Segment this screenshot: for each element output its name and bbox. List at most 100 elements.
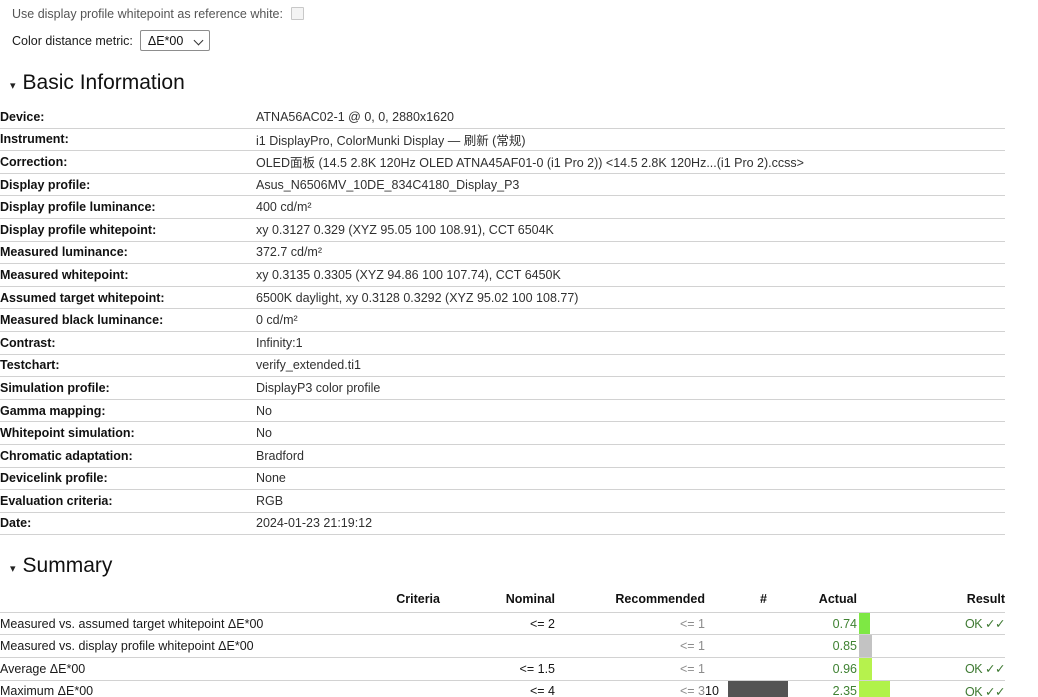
info-value: DisplayP3 color profile [256,377,1005,400]
column-header-number: # [705,588,767,612]
table-row: Simulation profile:DisplayP3 color profi… [0,377,1005,400]
color-distance-metric-select[interactable]: ΔE*00 [140,30,210,51]
column-header-result: Result [899,588,1005,612]
info-key: Gamma mapping: [0,399,256,422]
info-key: Device: [0,106,256,128]
info-value: No [256,399,1005,422]
delta-e-bar [859,681,890,697]
table-row: Measured luminance:372.7 cd/m² [0,241,1005,264]
delta-e-bar [859,658,872,680]
info-key: Simulation profile: [0,377,256,400]
info-key: Display profile: [0,173,256,196]
info-key: Contrast: [0,331,256,354]
info-value: 6500K daylight, xy 0.3128 0.3292 (XYZ 95… [256,286,1005,309]
info-key: Assumed target whitepoint: [0,286,256,309]
info-key: Date: [0,512,256,535]
delta-e-bar-cell [857,680,899,697]
info-key: Devicelink profile: [0,467,256,490]
number-cell [705,658,767,681]
column-header-bar [857,588,899,612]
recommended-cell: <= 1 [555,612,705,635]
number-value: 10 [705,684,719,697]
info-value: verify_extended.ti1 [256,354,1005,377]
color-distance-metric-option: Color distance metric: ΔE*00 [0,27,1038,54]
nominal-cell: <= 2 [440,612,555,635]
nominal-cell: <= 1.5 [440,658,555,681]
nominal-cell: <= 4 [440,680,555,697]
table-row: Average ΔE*00<= 1.5<= 10.96OK ✓✓ [0,658,1005,681]
color-distance-metric-label: Color distance metric: [12,34,133,48]
color-distance-metric-value: ΔE*00 [148,34,183,48]
info-value: 400 cd/m² [256,196,1005,219]
info-value: RGB [256,490,1005,513]
table-row: Device:ATNA56AC02-1 @ 0, 0, 2880x1620 [0,106,1005,128]
table-row: Correction:OLED面板 (14.5 2.8K 120Hz OLED … [0,151,1005,174]
info-key: Measured black luminance: [0,309,256,332]
result-cell: OK ✓✓ [899,680,1005,697]
criteria-cell: Maximum ΔE*00 [0,680,440,697]
info-key: Display profile luminance: [0,196,256,219]
summary-heading[interactable]: ▾ Summary [0,554,1038,578]
column-header-actual: Actual [767,588,857,612]
table-row: Whitepoint simulation:No [0,422,1005,445]
column-header-criteria: Criteria [0,588,440,612]
info-key: Display profile whitepoint: [0,218,256,241]
table-row: Contrast:Infinity:1 [0,331,1005,354]
table-row: Display profile luminance:400 cd/m² [0,196,1005,219]
criteria-cell: Average ΔE*00 [0,658,440,681]
info-value: 2024-01-23 21:19:12 [256,512,1005,535]
delta-e-bar [859,613,870,635]
column-header-nominal: Nominal [440,588,555,612]
criteria-cell: Measured vs. assumed target whitepoint Δ… [0,612,440,635]
table-row: Display profile whitepoint:xy 0.3127 0.3… [0,218,1005,241]
result-cell: OK ✓✓ [899,658,1005,681]
info-value: 372.7 cd/m² [256,241,1005,264]
table-row: Measured vs. assumed target whitepoint Δ… [0,612,1005,635]
collapse-triangle-icon: ▾ [10,564,16,575]
summary-title: Summary [23,554,113,578]
result-cell [899,635,1005,658]
basic-information-heading[interactable]: ▾ Basic Information [0,71,1038,95]
basic-information-title: Basic Information [23,71,185,95]
actual-cell: 0.74 [767,612,857,635]
info-key: Instrument: [0,128,256,151]
info-value: ATNA56AC02-1 @ 0, 0, 2880x1620 [256,106,1005,128]
info-value: xy 0.3135 0.3305 (XYZ 94.86 100 107.74),… [256,264,1005,287]
info-key: Correction: [0,151,256,174]
table-row: Gamma mapping:No [0,399,1005,422]
info-key: Measured luminance: [0,241,256,264]
chevron-down-icon [195,36,204,45]
info-value: Asus_N6506MV_10DE_834C4180_Display_P3 [256,173,1005,196]
number-cell: 10 [705,680,767,697]
table-row: Chromatic adaptation:Bradford [0,444,1005,467]
basic-information-table: Device:ATNA56AC02-1 @ 0, 0, 2880x1620Ins… [0,106,1005,535]
info-key: Chromatic adaptation: [0,444,256,467]
table-row: Maximum ΔE*00<= 4<= 3102.35OK ✓✓ [0,680,1005,697]
info-key: Measured whitepoint: [0,264,256,287]
delta-e-bar-cell [857,635,899,658]
whitepoint-reference-checkbox[interactable] [291,7,304,20]
verification-report-page: Use display profile whitepoint as refere… [0,0,1038,697]
info-value: OLED面板 (14.5 2.8K 120Hz OLED ATNA45AF01-… [256,151,1005,174]
table-row: Display profile:Asus_N6506MV_10DE_834C41… [0,173,1005,196]
info-key: Evaluation criteria: [0,490,256,513]
number-cell [705,635,767,658]
actual-cell: 0.85 [767,635,857,658]
delta-e-bar-cell [857,658,899,681]
summary-header-row: Criteria Nominal Recommended # Actual Re… [0,588,1005,612]
number-cell [705,612,767,635]
delta-e-bar-cell [857,612,899,635]
info-value: None [256,467,1005,490]
recommended-cell: <= 3 [555,680,705,697]
summary-table: Criteria Nominal Recommended # Actual Re… [0,588,1005,697]
actual-cell: 0.96 [767,658,857,681]
whitepoint-reference-label: Use display profile whitepoint as refere… [12,7,283,21]
result-cell: OK ✓✓ [899,612,1005,635]
info-value: i1 DisplayPro, ColorMunki Display — 刷新 (… [256,128,1005,151]
table-row: Testchart:verify_extended.ti1 [0,354,1005,377]
table-row: Devicelink profile:None [0,467,1005,490]
criteria-cell: Measured vs. display profile whitepoint … [0,635,440,658]
table-row: Date:2024-01-23 21:19:12 [0,512,1005,535]
table-row: Evaluation criteria:RGB [0,490,1005,513]
column-header-recommended: Recommended [555,588,705,612]
